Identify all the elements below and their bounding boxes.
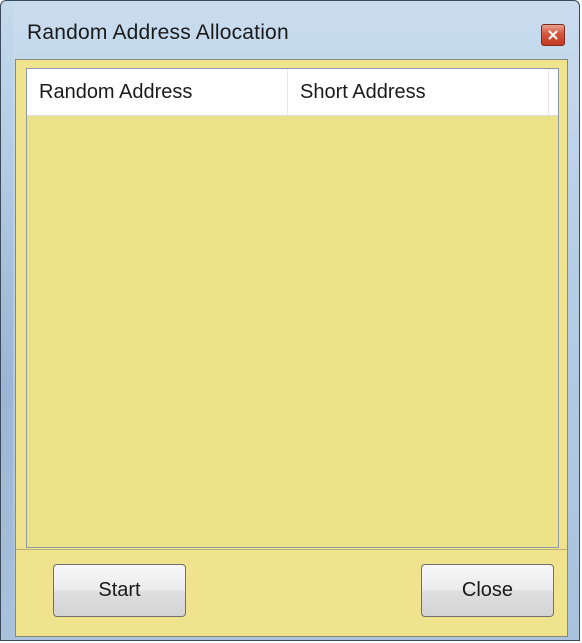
- close-icon: [548, 30, 558, 40]
- list-body[interactable]: [27, 116, 558, 547]
- column-header-random-address[interactable]: Random Address: [27, 69, 288, 115]
- list-header: Random Address Short Address: [27, 69, 558, 116]
- column-header-short-address[interactable]: Short Address: [288, 69, 549, 115]
- address-list[interactable]: Random Address Short Address: [26, 68, 559, 548]
- dialog-window: Random Address Allocation Random Address…: [0, 0, 580, 641]
- window-title: Random Address Allocation: [27, 21, 289, 44]
- button-divider: [16, 549, 567, 550]
- close-button[interactable]: Close: [421, 564, 554, 617]
- dialog-client-area: Random Address Short Address Start Close: [15, 59, 568, 637]
- start-button[interactable]: Start: [53, 564, 186, 617]
- window-close-button[interactable]: [541, 24, 565, 46]
- title-bar[interactable]: Random Address Allocation: [1, 1, 579, 61]
